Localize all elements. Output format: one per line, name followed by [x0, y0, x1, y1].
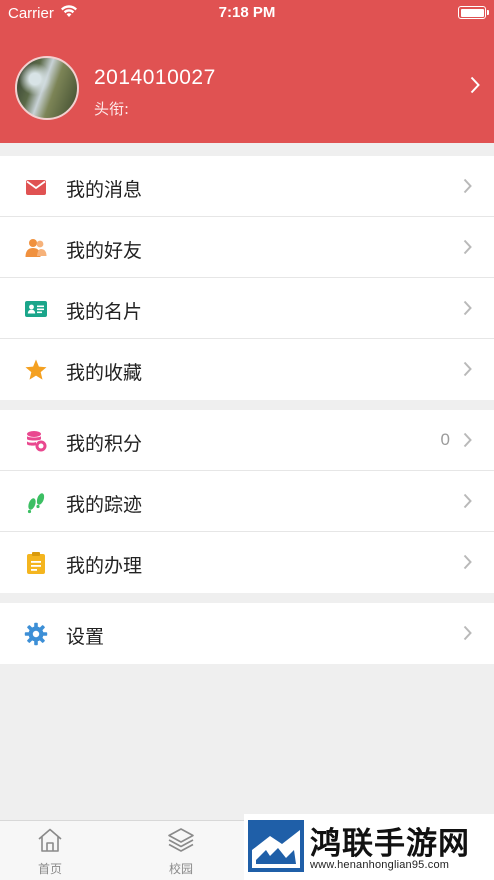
menu-item-label: 我的名片	[66, 301, 143, 323]
chevron-right-icon	[463, 361, 472, 377]
menu-item-footprints[interactable]: 我的踪迹	[0, 471, 494, 532]
menu-group-activity: 我的积分 0 我的踪迹 我的办理	[0, 410, 494, 593]
avatar[interactable]	[15, 56, 79, 120]
chevron-right-icon	[470, 76, 480, 94]
star-icon	[25, 359, 47, 380]
chevron-right-icon	[463, 625, 472, 641]
menu-item-affairs[interactable]: 我的办理	[0, 532, 494, 593]
chevron-right-icon	[463, 554, 472, 570]
menu-item-card[interactable]: 我的名片	[0, 278, 494, 339]
tab-label: 校园	[168, 862, 193, 876]
battery-icon	[458, 6, 489, 19]
points-icon	[27, 431, 47, 452]
watermark-text: 鸿联手游网	[310, 826, 470, 862]
tab-campus[interactable]: 校园	[141, 827, 221, 877]
chevron-right-icon	[463, 493, 472, 509]
tab-home[interactable]: 首页	[10, 827, 90, 877]
card-icon	[25, 301, 47, 317]
menu-group-personal: 我的消息 我的好友 我的名片 我的收藏	[0, 156, 494, 400]
chevron-right-icon	[463, 300, 472, 316]
menu-group-settings: 设置	[0, 603, 494, 664]
menu-item-friends[interactable]: 我的好友	[0, 217, 494, 278]
profile-header: Carrier 7:18 PM 2014010027 头衔:	[0, 0, 494, 143]
gear-icon	[24, 622, 48, 646]
profile-name: 2014010027	[94, 66, 216, 89]
watermark: 鸿联手游网 www.henanhonglian95.com	[244, 814, 494, 880]
chevron-right-icon	[463, 178, 472, 194]
watermark-url: www.henanhonglian95.com	[310, 859, 450, 871]
status-bar: Carrier 7:18 PM	[0, 0, 494, 28]
chevron-right-icon	[463, 239, 472, 255]
tab-label: 首页	[37, 862, 62, 876]
clipboard-icon	[27, 552, 45, 574]
menu-item-label: 我的消息	[66, 179, 143, 201]
menu-item-label: 我的踪迹	[66, 494, 143, 516]
clock: 7:18 PM	[218, 4, 276, 21]
menu-item-label: 我的积分	[66, 433, 143, 455]
layers-icon	[168, 828, 194, 852]
profile-title-label: 头衔:	[94, 100, 130, 118]
menu-item-settings[interactable]: 设置	[0, 603, 494, 664]
points-value: 0	[440, 430, 450, 449]
footprint-icon	[27, 493, 45, 514]
menu-item-favorites[interactable]: 我的收藏	[0, 339, 494, 400]
menu-item-label: 我的办理	[66, 555, 143, 577]
home-icon	[38, 828, 62, 852]
friends-icon	[25, 239, 47, 257]
menu-item-points[interactable]: 我的积分 0	[0, 410, 494, 471]
menu-item-label: 我的收藏	[66, 362, 143, 384]
watermark-logo	[248, 820, 304, 872]
menu-item-label: 设置	[66, 626, 105, 648]
chevron-right-icon	[463, 432, 472, 448]
mail-icon	[26, 180, 46, 195]
menu-item-messages[interactable]: 我的消息	[0, 156, 494, 217]
profile-card[interactable]: 2014010027 头衔:	[0, 50, 494, 130]
menu-item-label: 我的好友	[66, 240, 143, 262]
